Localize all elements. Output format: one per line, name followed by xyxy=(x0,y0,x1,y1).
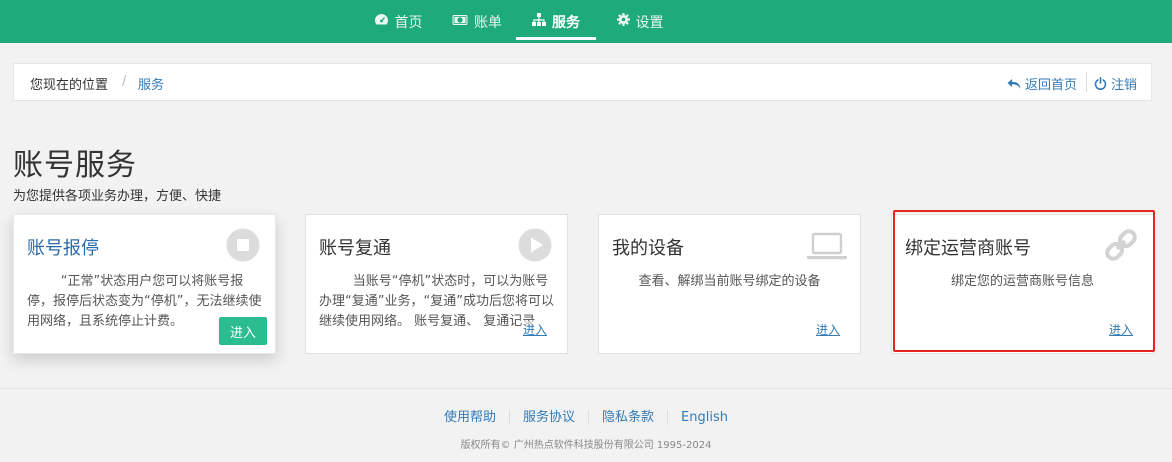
back-home-label: 返回首页 xyxy=(1025,78,1078,93)
service-card-suspend[interactable]: 账号报停 “正常”状态用户您可以将账号报停，报停后状态变为“停机”，无法继续使用… xyxy=(13,214,276,354)
breadcrumb: 您现在的位置 / 服务 返回首页 注销 xyxy=(13,63,1152,101)
enter-button[interactable]: 进入 xyxy=(219,317,267,345)
logout-label: 注销 xyxy=(1111,78,1138,93)
nav-settings[interactable]: 设置 xyxy=(610,0,670,43)
footer-links: 使用帮助 服务协议 隐私条款 English xyxy=(0,406,1172,425)
breadcrumb-separator: / xyxy=(122,74,127,89)
service-card-resume[interactable]: 账号复通 当账号“停机”状态时，可以为账号办理“复通”业务，“复通”成功后您将可… xyxy=(305,214,568,354)
card-title: 绑定运营商账号 xyxy=(905,238,1031,259)
enter-link[interactable]: 进入 xyxy=(1108,321,1133,338)
nav-service[interactable]: 服务 xyxy=(516,0,596,43)
logout-link[interactable]: 注销 xyxy=(1094,74,1137,93)
service-card-devices[interactable]: 我的设备 查看、解绑当前账号绑定的设备 进入 xyxy=(598,214,861,354)
divider xyxy=(1086,72,1087,92)
nav-home[interactable]: 首页 xyxy=(368,0,428,43)
card-title: 账号报停 xyxy=(27,238,99,259)
footer-link-help[interactable]: 使用帮助 xyxy=(431,410,509,425)
copyright: 版权所有© 广州热点软件科技股份有限公司 1995-2024 xyxy=(460,440,712,451)
footer-divider xyxy=(0,388,1172,389)
laptop-icon xyxy=(807,232,847,260)
footer-link-english[interactable]: English xyxy=(667,410,741,425)
nav-bill-label: 账单 xyxy=(474,14,502,31)
play-icon xyxy=(518,228,552,262)
sitemap-icon xyxy=(532,13,546,30)
stop-icon xyxy=(226,228,260,262)
service-card-bind-carrier[interactable]: 绑定运营商账号 绑定您的运营商账号信息 进入 xyxy=(891,214,1154,354)
reply-icon xyxy=(1007,78,1021,89)
breadcrumb-here-label: 您现在的位置 xyxy=(30,78,109,93)
nav-home-label: 首页 xyxy=(394,14,423,31)
footer-link-privacy[interactable]: 隐私条款 xyxy=(588,410,668,425)
gear-icon xyxy=(616,13,630,30)
card-description: 绑定您的运营商账号信息 xyxy=(950,274,1094,289)
enter-link[interactable]: 进入 xyxy=(815,321,840,338)
nav-settings-label: 设置 xyxy=(635,14,664,31)
link-icon xyxy=(1105,229,1137,261)
breadcrumb-current[interactable]: 服务 xyxy=(138,74,164,93)
card-description: 查看、解绑当前账号绑定的设备 xyxy=(638,274,821,289)
card-title: 账号复通 xyxy=(319,238,391,259)
card-title: 我的设备 xyxy=(612,238,684,259)
power-icon xyxy=(1094,77,1107,90)
page-subtitle: 为您提供各项业务办理，方便、快捷 xyxy=(13,189,222,204)
card-description: 当账号“停机”状态时，可以为账号办理“复通”业务，“复通”成功后您将可以继续使用… xyxy=(319,274,554,329)
footer-link-agreement[interactable]: 服务协议 xyxy=(509,410,589,425)
page-title: 账号服务 xyxy=(13,148,137,183)
nav-bill[interactable]: 账单 xyxy=(447,0,507,43)
back-home-link[interactable]: 返回首页 xyxy=(1007,74,1077,93)
top-nav: 首页 账单 服务 设置 xyxy=(0,0,1172,43)
nav-service-label: 服务 xyxy=(552,14,580,31)
dashboard-icon xyxy=(374,13,389,30)
enter-link[interactable]: 进入 xyxy=(522,321,547,338)
bill-icon xyxy=(452,14,468,30)
